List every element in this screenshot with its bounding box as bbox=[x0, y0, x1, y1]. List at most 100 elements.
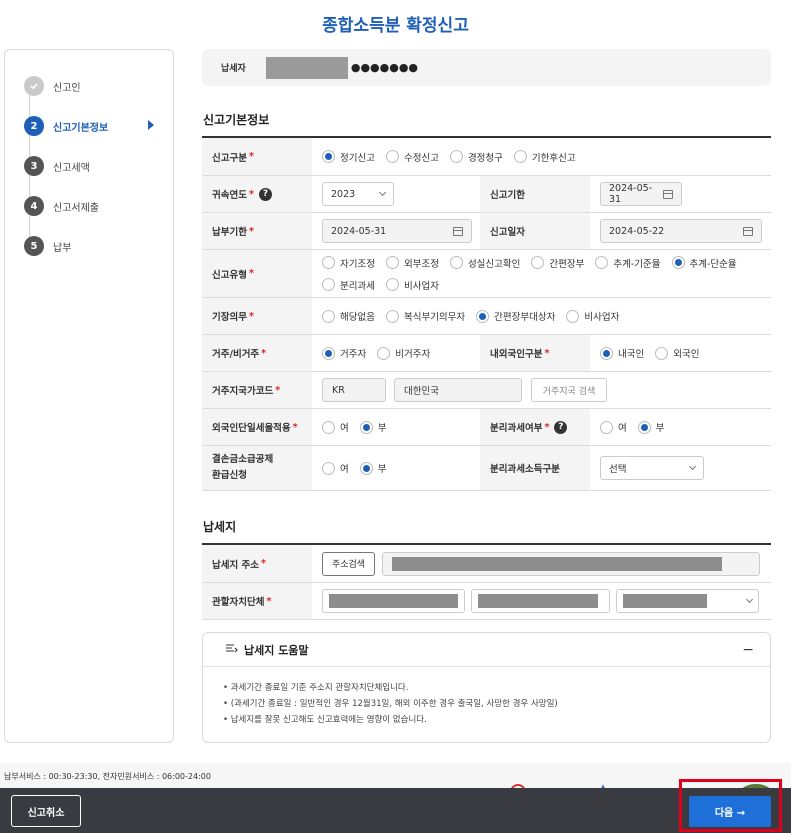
radio-bk-simple[interactable]: 간편장부대상자 bbox=[476, 309, 555, 323]
report-date-label: 신고일자 bbox=[480, 213, 590, 249]
calendar-icon bbox=[743, 226, 753, 236]
foreign-flat-rate-label: 외국인단일세율적용 * bbox=[202, 409, 312, 445]
radio-loss-no[interactable]: 부 bbox=[359, 461, 387, 475]
radio-sep-yes[interactable]: 여 bbox=[600, 420, 627, 434]
radio-estimate-simple[interactable]: 추계-단순율 bbox=[671, 256, 737, 270]
cancel-report-button[interactable]: 신고취소 bbox=[11, 795, 81, 827]
tax-place-help-panel: 납세지 도움말 − • 과세기간 종료일 기준 주소지 관할자치단체입니다. •… bbox=[202, 632, 771, 743]
step-number: 5 bbox=[24, 236, 44, 256]
help-title: 납세지 도움말 bbox=[244, 643, 309, 657]
step-3[interactable]: 3 신고세액 bbox=[24, 156, 164, 176]
separate-income-select[interactable]: 선택 bbox=[600, 456, 704, 480]
help-question-icon[interactable]: ? bbox=[258, 187, 272, 201]
calendar-icon bbox=[453, 226, 463, 236]
address-search-button[interactable]: 주소검색 bbox=[322, 551, 375, 576]
country-name-field: 대한민국 bbox=[394, 378, 522, 402]
address-field bbox=[382, 551, 760, 576]
step-number: 2 bbox=[24, 116, 44, 136]
radio-faithful-report[interactable]: 성실신고확인 bbox=[449, 256, 520, 270]
deadline-label: 신고기한 bbox=[480, 176, 590, 212]
pay-deadline-date-input[interactable]: 2024-05-31 bbox=[322, 219, 472, 243]
basic-info-form: 신고구분 * 정기신고 수정신고 경정청구 기한후신고 귀속연도 *? 2023 신… bbox=[202, 136, 771, 491]
help-line: • (과세기간 종료일 : 일반적인 경우 12월31일, 해외 이주한 경우 … bbox=[223, 699, 558, 709]
radio-resident[interactable]: 거주자 bbox=[322, 346, 366, 360]
page-title: 종합소득분 확정신고 bbox=[322, 16, 469, 36]
taxpayer-label: 납세자 bbox=[221, 64, 246, 74]
year-select[interactable]: 2023 bbox=[322, 182, 394, 206]
tax-place-heading: 납세지 bbox=[203, 520, 237, 534]
radio-non-resident[interactable]: 비거주자 bbox=[377, 346, 430, 360]
radio-report-type-regular[interactable]: 정기신고 bbox=[322, 150, 375, 164]
radio-report-type-amend[interactable]: 수정신고 bbox=[385, 150, 439, 164]
separate-tax-label: 분리과세여부 *? bbox=[480, 409, 590, 445]
taxpayer-bar: 납세자 ●●●●●●● bbox=[202, 49, 771, 86]
next-button[interactable]: 다음 → bbox=[689, 796, 771, 827]
chevron-down-icon bbox=[688, 462, 697, 471]
radio-non-business[interactable]: 비사업자 bbox=[385, 278, 439, 292]
collapse-icon[interactable]: − bbox=[742, 642, 754, 658]
radio-flat-yes[interactable]: 여 bbox=[322, 420, 349, 434]
step-5[interactable]: 5 납부 bbox=[24, 236, 164, 256]
country-search-button[interactable]: 거주지국 검색 bbox=[531, 378, 607, 402]
radio-bk-double[interactable]: 복식부기의무자 bbox=[385, 309, 465, 323]
radio-bk-none[interactable]: 해당없음 bbox=[322, 309, 375, 323]
help-header[interactable]: 납세지 도움말 bbox=[203, 633, 770, 667]
radio-report-type-claim[interactable]: 경정청구 bbox=[449, 150, 503, 164]
help-line: • 과세기간 종료일 기준 주소지 관할자치단체입니다. bbox=[223, 683, 409, 693]
radio-bk-nonbiz[interactable]: 비사업자 bbox=[566, 309, 619, 323]
residency-label: 거주/비거주 * bbox=[202, 335, 312, 371]
deadline-date-input: 2024-05-31 bbox=[600, 182, 682, 206]
step-label: 신고세액 bbox=[53, 162, 90, 174]
year-label: 귀속연도 *? bbox=[202, 176, 312, 212]
step-1[interactable]: 신고인 bbox=[24, 76, 164, 96]
district-select[interactable] bbox=[616, 589, 759, 613]
radio-external-adjust[interactable]: 외부조정 bbox=[385, 256, 439, 270]
radio-loss-yes[interactable]: 여 bbox=[322, 461, 349, 475]
bottom-action-bar bbox=[0, 788, 791, 833]
radio-estimate-standard[interactable]: 추계-기준율 bbox=[595, 256, 661, 270]
radio-simple-book[interactable]: 간편장부 bbox=[531, 256, 584, 270]
radio-foreign[interactable]: 외국인 bbox=[655, 346, 699, 360]
taxpayer-id-masked: ●●●●●●● bbox=[350, 61, 419, 74]
current-step-arrow-icon bbox=[148, 120, 154, 130]
help-question-icon[interactable]: ? bbox=[554, 420, 568, 434]
step-label: 신고서제출 bbox=[53, 202, 99, 214]
radio-report-type-late[interactable]: 기한후신고 bbox=[513, 150, 576, 164]
address-label: 납세지 주소 * bbox=[202, 545, 312, 582]
step-4[interactable]: 4 신고서제출 bbox=[24, 196, 164, 216]
local-gov-label: 관할자치단체 * bbox=[202, 583, 312, 619]
step-number: 4 bbox=[24, 196, 44, 216]
loss-refund-label: 결손금소급공제 환급신청 bbox=[202, 446, 312, 490]
report-date-input[interactable]: 2024-05-22 bbox=[600, 219, 762, 243]
step-label: 신고인 bbox=[53, 82, 81, 94]
step-2[interactable]: 2 신고기본정보 bbox=[24, 116, 164, 136]
nationality-label: 내외국인구분 * bbox=[480, 335, 590, 371]
chevron-down-icon bbox=[745, 595, 754, 604]
country-code-label: 거주지국가코드 * bbox=[202, 372, 312, 408]
taxpayer-name-redacted bbox=[265, 56, 348, 79]
city-select[interactable] bbox=[471, 589, 610, 613]
service-hours-text: 납부서비스 : 00:30-23:30, 전자민원서비스 : 06:00-24:… bbox=[4, 772, 211, 781]
step-label: 납부 bbox=[53, 242, 72, 254]
radio-self-adjust[interactable]: 자기조정 bbox=[322, 256, 375, 270]
calendar-icon bbox=[663, 189, 673, 199]
separate-income-label: 분리과세소득구분 bbox=[480, 446, 590, 490]
radio-flat-no[interactable]: 부 bbox=[359, 420, 387, 434]
pay-deadline-label: 납부기한 * bbox=[202, 213, 312, 249]
country-code-field: KR bbox=[322, 378, 386, 402]
radio-separate-tax[interactable]: 분리과세 bbox=[322, 278, 375, 292]
bookkeeping-label: 기장의무 * bbox=[202, 298, 312, 334]
check-icon bbox=[24, 76, 44, 96]
help-line: • 납세지를 잘못 신고해도 신고효력에는 영향이 없습니다. bbox=[223, 715, 427, 725]
step-number: 3 bbox=[24, 156, 44, 176]
report-kind-label: 신고유형 * bbox=[202, 250, 312, 297]
basic-info-heading: 신고기본정보 bbox=[203, 113, 270, 127]
step-label: 신고기본정보 bbox=[53, 122, 109, 134]
help-list-icon bbox=[226, 644, 238, 653]
province-select[interactable] bbox=[322, 589, 465, 613]
chevron-down-icon bbox=[378, 188, 387, 197]
tax-place-form: 납세지 주소 * 주소검색 관할자치단체 * bbox=[202, 543, 771, 620]
radio-domestic[interactable]: 내국인 bbox=[600, 346, 644, 360]
radio-sep-no[interactable]: 부 bbox=[637, 420, 665, 434]
report-type-label: 신고구분 * bbox=[202, 138, 312, 175]
